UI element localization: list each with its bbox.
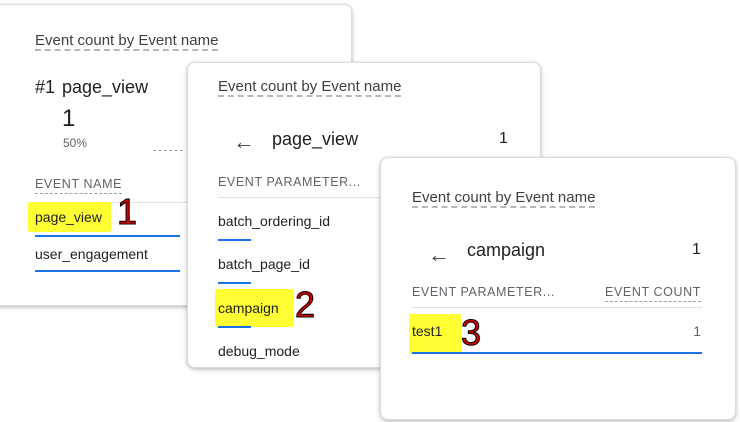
- row-test1[interactable]: test1: [412, 323, 442, 339]
- row-user-engagement[interactable]: user_engagement: [35, 246, 148, 262]
- row-bar-page-view: [35, 235, 180, 237]
- card-title[interactable]: Event count by Event name: [412, 189, 595, 206]
- breadcrumb-event-name: page_view: [272, 129, 359, 149]
- breadcrumb-parameter-name: campaign: [467, 240, 546, 260]
- column-header-event-parameter[interactable]: EVENT PARAMETER...: [218, 175, 361, 189]
- row-bar-batch-page-id: [218, 282, 251, 284]
- sparkline-dashes: [153, 150, 183, 151]
- back-arrow-icon[interactable]: ←: [428, 242, 450, 268]
- row-bar-batch-ordering-id: [218, 239, 251, 241]
- annotation-number-1: 1: [116, 191, 138, 233]
- card-title[interactable]: Event count by Event name: [218, 78, 401, 95]
- back-arrow-icon[interactable]: ←: [233, 129, 255, 155]
- breadcrumb-value: 1: [692, 241, 701, 258]
- top-event-name: page_view: [62, 77, 149, 97]
- top-event-percent: 50%: [63, 136, 88, 150]
- row-page-view[interactable]: page_view: [35, 209, 102, 225]
- row-campaign[interactable]: campaign: [218, 300, 279, 316]
- row-bar-user-engagement: [35, 270, 180, 272]
- row-debug-mode[interactable]: debug_mode: [218, 343, 300, 359]
- card-title[interactable]: Event count by Event name: [35, 32, 218, 49]
- column-header-event-name[interactable]: EVENT NAME: [35, 177, 123, 194]
- breadcrumb-value: 1: [499, 130, 508, 147]
- annotation-number-3: 3: [460, 312, 482, 354]
- top-event-value: 1: [62, 105, 76, 132]
- column-header-event-count[interactable]: EVENT COUNT: [605, 285, 701, 302]
- row-bar-campaign: [218, 326, 251, 328]
- rank-label: #1: [35, 77, 56, 97]
- event-count-card-3: Event count by Event name ← campaign 1 E…: [380, 157, 736, 420]
- row-test1-count: 1: [693, 323, 701, 339]
- header-divider: [412, 307, 702, 308]
- row-bar-test1: [412, 352, 702, 354]
- column-header-event-parameter[interactable]: EVENT PARAMETER...: [412, 285, 555, 299]
- row-batch-ordering-id[interactable]: batch_ordering_id: [218, 213, 330, 229]
- annotation-number-2: 2: [294, 284, 316, 326]
- row-batch-page-id[interactable]: batch_page_id: [218, 256, 310, 272]
